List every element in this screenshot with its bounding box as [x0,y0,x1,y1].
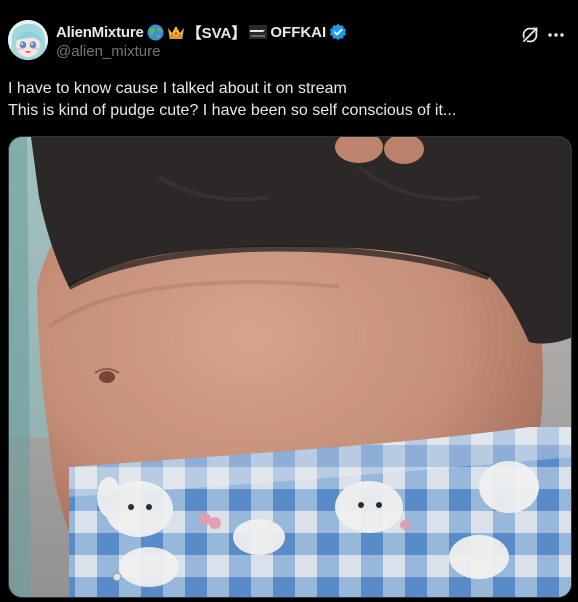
tweet-card: AlienMixture 【SVA】 OFFKAI @alien_mixture… [0,0,578,602]
soon-badge-icon [249,24,268,40]
tweet-header: AlienMixture 【SVA】 OFFKAI @alien_mixture [8,20,570,70]
avatar[interactable] [8,20,48,60]
tweet-text-line-2: This is kind of pudge cute? I have been … [8,102,457,119]
author-handle[interactable]: @alien_mixture [56,43,347,60]
display-name[interactable]: AlienMixture [56,24,144,41]
tweet-text: I have to know cause I talked about it o… [8,78,568,122]
grok-icon[interactable] [520,25,540,45]
tweet-text-line-1: I have to know cause I talked about it o… [8,80,347,97]
photo-illustration [9,137,571,597]
name-tag-sva: 【SVA】 [186,24,247,42]
tweet-media-photo[interactable] [8,136,572,598]
more-options-icon[interactable] [546,25,566,45]
crown-emoji-icon [167,24,185,40]
globe-emoji-icon [147,24,164,41]
verified-badge-icon [329,23,347,41]
display-name-row[interactable]: AlienMixture 【SVA】 OFFKAI [56,22,347,42]
name-tag-offkai: OFFKAI [270,23,327,41]
author-names: AlienMixture 【SVA】 OFFKAI @alien_mixture [56,22,347,60]
